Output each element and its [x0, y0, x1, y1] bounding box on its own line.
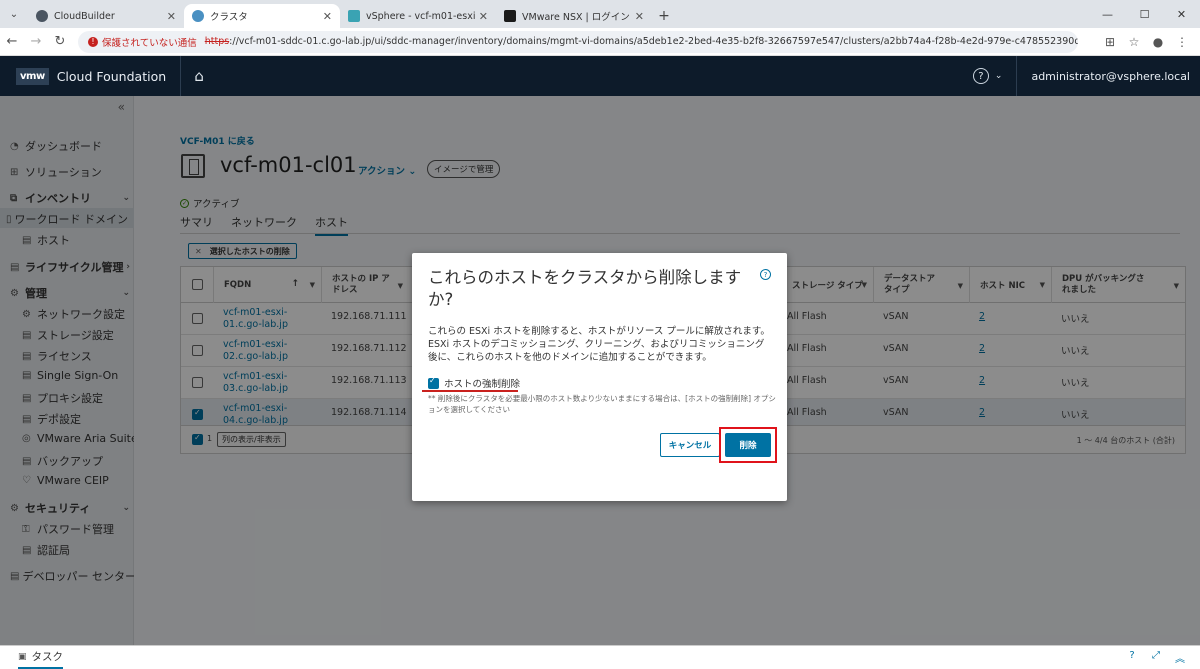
close-window-icon[interactable]: ✕: [1163, 0, 1200, 28]
browser-tab-nsx[interactable]: VMware NSX | ログイン ✕: [496, 4, 652, 28]
vmware-icon: [504, 10, 516, 22]
close-icon[interactable]: ✕: [479, 10, 488, 23]
url-field[interactable]: ! 保護されていない通信 https ://vcf-m01-sddc-01.c.g…: [78, 30, 1078, 53]
dialog-note: ** 削除後にクラスタを必要最小限のホスト数より少ないままにする場合は、[ホスト…: [428, 394, 776, 414]
remove-hosts-dialog: これらのホストをクラスタから削除しますか? ? これらの ESXi ホストを削除…: [412, 253, 787, 501]
maximize-icon[interactable]: ☐: [1126, 0, 1163, 28]
close-icon[interactable]: ✕: [167, 10, 176, 23]
tab-search-chevron-icon[interactable]: ⌄: [0, 0, 28, 28]
chevron-up-double-icon[interactable]: ︽: [1168, 650, 1192, 665]
browser-tab-vsphere[interactable]: vSphere - vcf-m01-esxi-04.c.go- ✕: [340, 4, 496, 28]
clipboard-icon: ▣: [18, 651, 27, 662]
help-icon[interactable]: ?: [1120, 650, 1144, 665]
checkbox-checked-icon[interactable]: [428, 376, 439, 389]
browser-tab-cluster[interactable]: クラスタ ✕: [184, 4, 340, 28]
dialog-title: これらのホストをクラスタから削除しますか?: [428, 268, 742, 309]
translate-icon[interactable]: ⊞: [1098, 35, 1122, 49]
vsphere-icon: [348, 10, 360, 22]
address-bar: ← → ↻ ! 保護されていない通信 https ://vcf-m01-sddc-…: [0, 28, 1200, 56]
chevron-down-icon[interactable]: ⌄: [995, 71, 1003, 81]
warning-icon: !: [88, 36, 98, 47]
cancel-button[interactable]: キャンセル: [660, 433, 720, 457]
annotation-highlight-box: [719, 427, 777, 463]
close-icon[interactable]: ✕: [323, 10, 332, 23]
help-icon[interactable]: ?: [972, 68, 989, 84]
annotation-underline: [422, 390, 518, 392]
expand-icon[interactable]: ⤢: [1144, 650, 1168, 665]
bookmark-star-icon[interactable]: ☆: [1122, 35, 1146, 49]
forward-arrow-icon[interactable]: →: [24, 34, 48, 49]
help-icon[interactable]: ?: [760, 269, 771, 280]
window-controls: — ☐ ✕: [1089, 0, 1200, 28]
user-menu[interactable]: administrator@vsphere.local: [1016, 56, 1190, 96]
url-scheme: https: [204, 36, 230, 47]
globe-icon: [36, 10, 48, 22]
app-header: vmw Cloud Foundation ⌂ ? ⌄ administrator…: [0, 56, 1200, 96]
close-icon[interactable]: ✕: [635, 10, 644, 23]
url-path: ://vcf-m01-sddc-01.c.go-lab.jp/ui/sddc-m…: [229, 36, 1078, 47]
app-name: Cloud Foundation: [56, 68, 167, 84]
browser-tab-strip: ⌄ CloudBuilder ✕ クラスタ ✕ vSphere - vcf-m0…: [0, 0, 1200, 28]
dialog-body: これらの ESXi ホストを削除すると、ホストがリソース プールに解放されます。…: [428, 326, 770, 363]
security-warning[interactable]: ! 保護されていない通信: [88, 35, 197, 49]
vmw-logo: vmw: [16, 67, 49, 85]
browser-tab-cloudbuilder[interactable]: CloudBuilder ✕: [28, 4, 184, 28]
tasks-tab[interactable]: ▣ タスク: [18, 647, 64, 669]
force-remove-checkbox[interactable]: ホストの強制削除: [428, 376, 520, 390]
reload-icon[interactable]: ↻: [48, 34, 72, 49]
new-tab-plus-icon[interactable]: +: [652, 4, 676, 28]
minimize-icon[interactable]: —: [1089, 0, 1126, 28]
home-icon[interactable]: ⌂: [181, 67, 217, 85]
profile-icon[interactable]: ●: [1146, 35, 1170, 49]
back-arrow-icon[interactable]: ←: [0, 34, 24, 49]
menu-kebab-icon[interactable]: ⋮: [1170, 35, 1194, 49]
task-panel-bar: ▣ タスク ? ⤢ ︽: [0, 645, 1200, 669]
cloud-icon: [192, 10, 204, 22]
